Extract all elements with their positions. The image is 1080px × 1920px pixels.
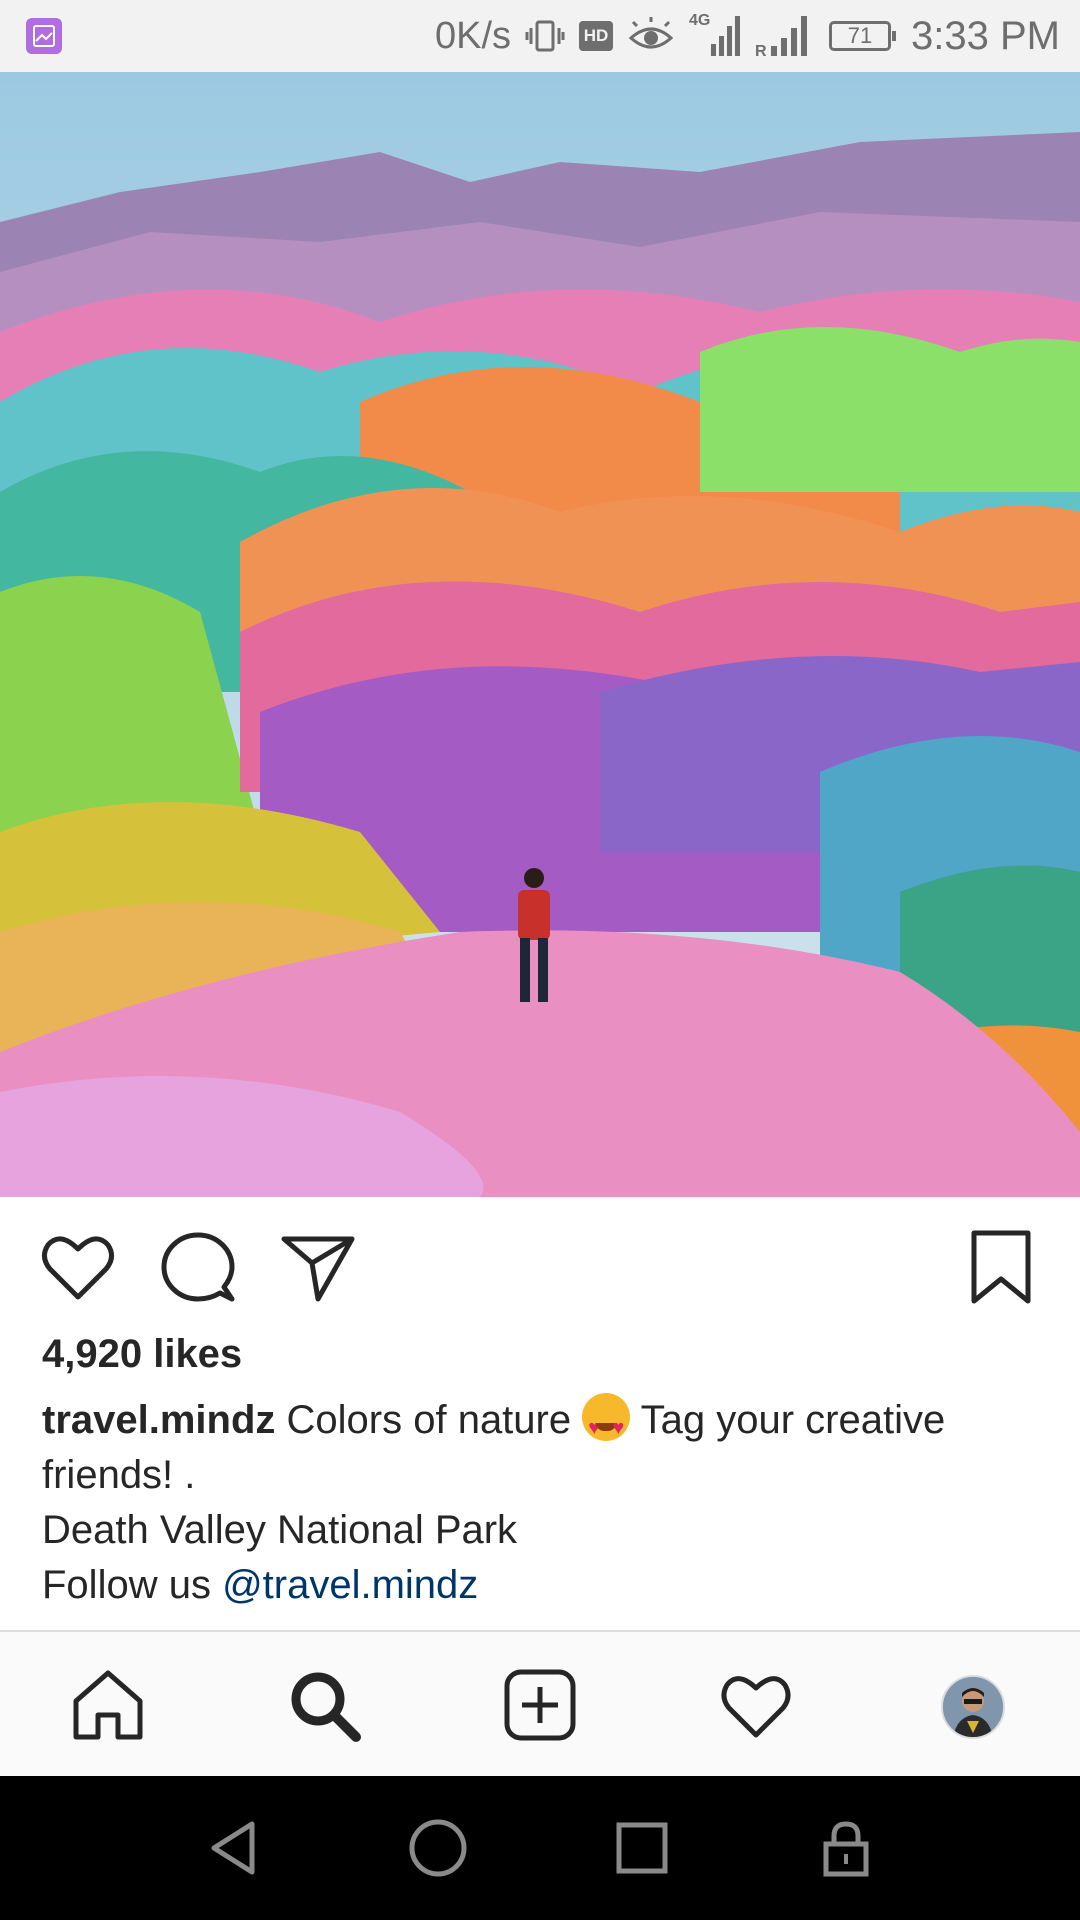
- caption-location: Death Valley National Park: [42, 1508, 518, 1552]
- heart-icon[interactable]: [38, 1227, 118, 1307]
- comment-icon[interactable]: [158, 1227, 238, 1307]
- search-icon[interactable]: [286, 1667, 362, 1743]
- bookmark-icon[interactable]: [962, 1227, 1042, 1307]
- profile-avatar[interactable]: [941, 1675, 1005, 1739]
- battery-icon: 71: [829, 21, 897, 51]
- network-speed: 0K/s: [434, 14, 512, 57]
- lock-icon[interactable]: [814, 1816, 878, 1880]
- caption-text: Colors of nature: [275, 1398, 583, 1442]
- gallery-icon: [26, 18, 62, 54]
- status-bar: 0K/s HD 4G R 71 3:33 PM: [0, 0, 1080, 72]
- signal-icon: R: [755, 16, 808, 60]
- back-icon[interactable]: [202, 1816, 266, 1880]
- share-icon[interactable]: [278, 1227, 358, 1307]
- clock: 3:33 PM: [911, 13, 1060, 58]
- post-image[interactable]: [0, 72, 1080, 1197]
- likes-count[interactable]: 4,920 likes: [42, 1332, 242, 1377]
- bottom-nav: [0, 1630, 1080, 1778]
- signal-icon: 4G: [689, 12, 741, 60]
- system-nav: [0, 1776, 1080, 1920]
- post-actions: [0, 1197, 1080, 1337]
- add-post-icon[interactable]: [502, 1667, 578, 1743]
- heart-eyes-emoji-icon: [582, 1393, 631, 1456]
- hd-badge: HD: [579, 21, 614, 51]
- svg-text:R: R: [755, 43, 767, 60]
- post-caption: travel.mindz Colors of nature Tag your c…: [42, 1393, 1042, 1613]
- home-circle-icon[interactable]: [406, 1816, 470, 1880]
- caption-username[interactable]: travel.mindz: [42, 1398, 275, 1442]
- home-icon[interactable]: [70, 1667, 146, 1743]
- vibrate-icon: [525, 20, 565, 52]
- activity-heart-icon[interactable]: [718, 1667, 794, 1743]
- mention-link[interactable]: @travel.mindz: [222, 1563, 478, 1607]
- eye-comfort-icon: [628, 17, 674, 49]
- recents-icon[interactable]: [610, 1816, 674, 1880]
- caption-follow-text: Follow us: [42, 1563, 223, 1607]
- battery-level: 71: [847, 23, 873, 48]
